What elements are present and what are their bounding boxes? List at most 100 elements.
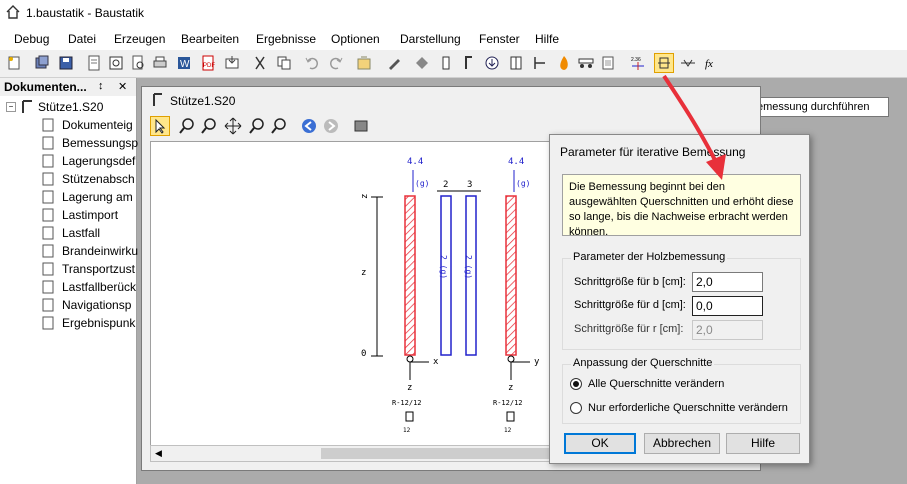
- cancel-button[interactable]: Abbrechen: [644, 433, 720, 454]
- step-d-field[interactable]: [692, 296, 763, 316]
- copy-icon[interactable]: [274, 53, 294, 73]
- axis-label: z: [508, 383, 513, 393]
- menu-debug[interactable]: Debug: [14, 32, 49, 46]
- ok-button[interactable]: OK: [564, 433, 636, 454]
- radio-all-label: Alle Querschnitte verändern: [588, 378, 725, 390]
- load-case-icon[interactable]: [482, 53, 502, 73]
- zoom-out-icon[interactable]: [270, 117, 288, 138]
- annotation-arrow: [662, 74, 726, 180]
- step-b-label: Schrittgröße für b [cm]:: [574, 276, 686, 288]
- menu-bearbeiten[interactable]: Bearbeiten: [181, 32, 239, 46]
- bar-text: 2 (g): [464, 255, 473, 279]
- result-icon: [42, 316, 54, 330]
- section-dim: 12: [403, 427, 411, 434]
- result-point-icon[interactable]: 2.36: [628, 53, 648, 73]
- svg-text:2.36: 2.36: [631, 57, 641, 63]
- export-icon[interactable]: [222, 53, 242, 73]
- step-d-label: Schrittgröße für d [cm]:: [574, 299, 686, 311]
- zoom-icon[interactable]: [200, 117, 218, 138]
- column-label: 2: [443, 180, 448, 190]
- support-cut-icon[interactable]: [530, 53, 550, 73]
- fire-icon: [42, 244, 54, 258]
- load-g-label: (g): [516, 179, 530, 188]
- fire-icon[interactable]: [554, 53, 574, 73]
- tick-label: z: [360, 194, 370, 199]
- section-label: R-12/12: [392, 399, 422, 407]
- print-preview-icon[interactable]: [106, 53, 126, 73]
- cut-icon[interactable]: [250, 53, 270, 73]
- word-export-icon[interactable]: W: [174, 53, 194, 73]
- menu-fenster[interactable]: Fenster: [479, 32, 520, 46]
- report-icon: [42, 280, 54, 294]
- scroll-thumb[interactable]: [321, 448, 551, 459]
- axis-label: x: [433, 357, 439, 367]
- bearing-icon[interactable]: [458, 53, 478, 73]
- tree-root-label: Stütze1.S20: [38, 100, 104, 114]
- document-panel: Dokumenten... ↕ ✕ − Stütze1.S20 Dokument…: [0, 78, 139, 484]
- section-label: R-12/12: [493, 399, 523, 407]
- close-icon[interactable]: ✕: [118, 80, 127, 93]
- step-b-field[interactable]: [692, 272, 763, 292]
- section-icon[interactable]: [506, 53, 526, 73]
- collapse-icon[interactable]: −: [6, 102, 16, 112]
- scroll-left-icon[interactable]: ◀: [155, 448, 162, 459]
- undo-icon[interactable]: [302, 53, 322, 73]
- new-icon[interactable]: [4, 53, 24, 73]
- menu-ergebnisse[interactable]: Ergebnisse: [256, 32, 316, 46]
- menu-hilfe[interactable]: Hilfe: [535, 32, 559, 46]
- pin-icon[interactable]: ↕: [98, 80, 104, 92]
- bar-text: 2 (g): [439, 255, 448, 279]
- tree-item-label: Lastfall: [62, 226, 101, 240]
- column-icon[interactable]: [436, 53, 456, 73]
- menu-optionen[interactable]: Optionen: [331, 32, 380, 46]
- tree-item-label: Lagerung am: [62, 190, 133, 204]
- pointer-icon[interactable]: [150, 116, 170, 136]
- report-icon[interactable]: [598, 53, 618, 73]
- tree-item-label: Lastimport: [62, 208, 119, 222]
- zoom-in-icon[interactable]: [248, 117, 266, 138]
- radio-needed[interactable]: [570, 402, 582, 414]
- column-label: 3: [467, 180, 472, 190]
- pdf-export-icon[interactable]: PDF: [198, 53, 218, 73]
- import-icon: [42, 208, 54, 222]
- tree-item-label: Ergebnispunk: [62, 316, 136, 330]
- menu-datei[interactable]: Datei: [68, 32, 96, 46]
- preview-icon[interactable]: [128, 53, 148, 73]
- section-dim: 12: [504, 427, 512, 434]
- load-label: 4.4: [407, 157, 423, 167]
- title-bar: 1.baustatik - Baustatik: [0, 0, 907, 28]
- tree-item-label: Dokumenteig: [62, 118, 133, 132]
- print-icon[interactable]: [150, 53, 170, 73]
- forward-icon[interactable]: [322, 117, 340, 138]
- column-icon: [153, 93, 162, 106]
- transport-icon[interactable]: [576, 53, 596, 73]
- redo-icon[interactable]: [326, 53, 346, 73]
- window-title: 1.baustatik - Baustatik: [26, 6, 145, 20]
- back-icon[interactable]: [300, 117, 318, 138]
- save-icon[interactable]: [56, 53, 76, 73]
- svg-text:PDF: PDF: [203, 63, 215, 69]
- step-r-label: Schrittgröße für r [cm]:: [574, 323, 684, 335]
- menu-bar: Debug Datei Erzeugen Bearbeiten Ergebnis…: [0, 28, 907, 50]
- menu-erzeugen[interactable]: Erzeugen: [114, 32, 165, 46]
- tree-item-label: Brandeinwirku: [62, 244, 139, 258]
- tree-item-label: Bemessungsp: [62, 136, 139, 150]
- querschnitte-group: Anpassung der Querschnitte: [562, 357, 801, 424]
- home-icon: [6, 5, 20, 19]
- radio-all[interactable]: [570, 378, 582, 390]
- open-icon[interactable]: [32, 53, 52, 73]
- page-icon[interactable]: [84, 53, 104, 73]
- properties-icon[interactable]: [354, 53, 374, 73]
- support-icon[interactable]: [412, 53, 432, 73]
- pan-icon[interactable]: [224, 117, 242, 138]
- transport-icon: [42, 262, 54, 276]
- zoom-window-icon[interactable]: [178, 117, 196, 138]
- help-button[interactable]: Hilfe: [726, 433, 800, 454]
- support-icon: [42, 154, 54, 168]
- holz-group-label: Parameter der Holzbemessung: [571, 251, 728, 263]
- edit-icon[interactable]: [384, 53, 404, 73]
- drawing-window-title: Stütze1.S20: [170, 94, 236, 108]
- load-icon: [42, 226, 54, 240]
- view-3d-icon[interactable]: [352, 117, 370, 138]
- menu-darstellung[interactable]: Darstellung: [400, 32, 461, 46]
